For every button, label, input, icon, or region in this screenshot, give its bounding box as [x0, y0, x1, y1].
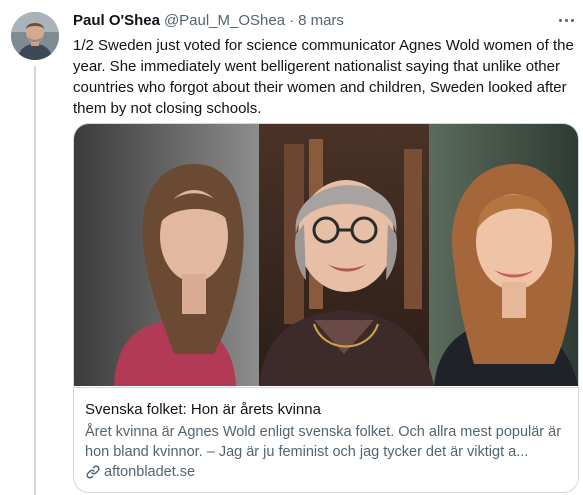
tweet-date[interactable]: 8 mars: [298, 12, 344, 29]
author-name[interactable]: Paul O'Shea: [73, 12, 160, 29]
avatar[interactable]: [11, 12, 59, 60]
card-domain[interactable]: aftonbladet.se: [104, 462, 195, 482]
card-title[interactable]: Svenska folket: Hon är årets kvinna: [85, 400, 567, 419]
tweet-text: 1/2 Sweden just voted for science commun…: [73, 37, 574, 117]
card-description: Året kvinna är Agnes Wold enligt svenska…: [85, 424, 562, 460]
card-image[interactable]: [74, 124, 578, 386]
more-horizontal-icon[interactable]: [554, 10, 578, 30]
link-icon: [86, 465, 100, 479]
header-separator: ·: [289, 12, 295, 29]
tweet-header: Paul O'Shea @Paul_M_OShea · 8 mars: [73, 12, 344, 32]
card-info[interactable]: Svenska folket: Hon är årets kvinna Året…: [74, 387, 578, 492]
card-domain-row[interactable]: aftonbladet.se: [85, 462, 567, 482]
author-handle[interactable]: @Paul_M_OShea: [164, 12, 285, 29]
link-card[interactable]: Svenska folket: Hon är årets kvinna Året…: [73, 123, 579, 493]
thread-line: [34, 66, 36, 495]
